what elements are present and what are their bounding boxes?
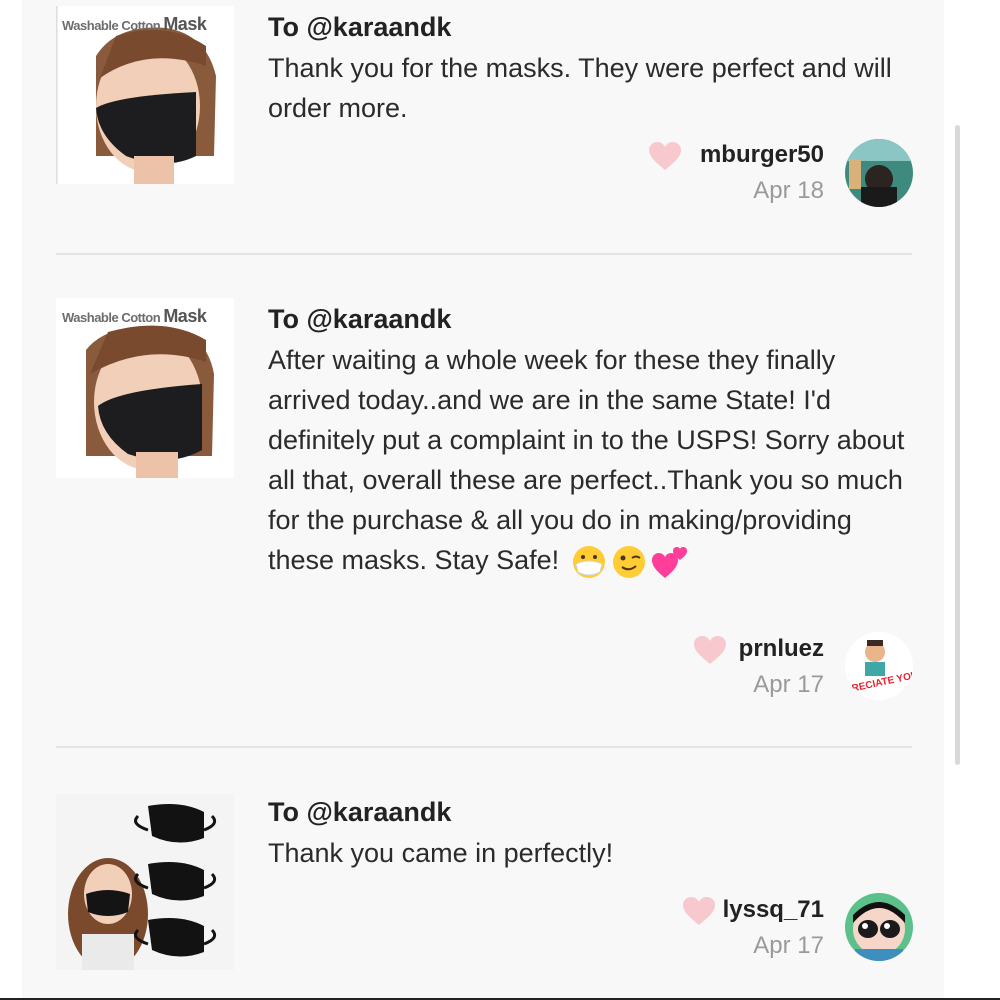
review-recipient[interactable]: To @karaandk (268, 304, 451, 335)
review-message: Thank you for the masks. They were perfe… (268, 53, 892, 123)
thumbnail-brand: Washable Cotton Mask (62, 14, 207, 34)
avatar-cartoon (845, 893, 913, 961)
product-image (56, 794, 234, 970)
two-hearts-emoji (651, 546, 687, 578)
review-meta: prnluez Apr 17 (739, 635, 824, 699)
review-date: Apr 17 (753, 671, 824, 698)
reviewer-avatar[interactable] (845, 893, 913, 961)
thumbnail-brand: Washable Cotton Mask (62, 306, 207, 326)
reviewer-avatar[interactable] (845, 139, 913, 207)
product-thumbnail[interactable] (56, 794, 234, 970)
scrollbar[interactable] (955, 125, 960, 765)
avatar-sticker: PPRECIATE YOU (845, 632, 913, 700)
review-divider (56, 253, 912, 255)
reviewer-username[interactable]: lyssq_71 (723, 896, 824, 924)
avatar-photo (845, 139, 913, 207)
review-date: Apr 18 (753, 177, 824, 204)
review-recipient[interactable]: To @karaandk (268, 797, 451, 828)
review-meta: mburger50 Apr 18 (700, 141, 824, 205)
reviewer-avatar[interactable]: PPRECIATE YOU (845, 632, 913, 700)
product-thumbnail[interactable]: Washable Cotton Mask (56, 6, 234, 184)
review-message: After waiting a whole week for these the… (268, 345, 905, 575)
heart-icon[interactable] (682, 896, 716, 926)
heart-icon[interactable] (693, 635, 727, 665)
face-with-medical-mask-emoji (572, 545, 605, 578)
review-message-container: After waiting a whole week for these the… (268, 340, 918, 580)
review-date: Apr 17 (753, 932, 824, 959)
reviewer-username[interactable]: prnluez (739, 635, 824, 663)
review-message: Thank you came in perfectly! (268, 838, 614, 868)
review-recipient[interactable]: To @karaandk (268, 12, 451, 43)
review-meta: lyssq_71 Apr 17 (723, 896, 824, 960)
reviewer-username[interactable]: mburger50 (700, 141, 824, 169)
review-divider (56, 746, 912, 748)
reviews-panel: Washable Cotton Mask To @karaandk Thank … (22, 0, 960, 998)
product-thumbnail[interactable]: Washable Cotton Mask (56, 298, 234, 478)
heart-icon[interactable] (648, 141, 682, 171)
winking-face-emoji (612, 545, 645, 578)
